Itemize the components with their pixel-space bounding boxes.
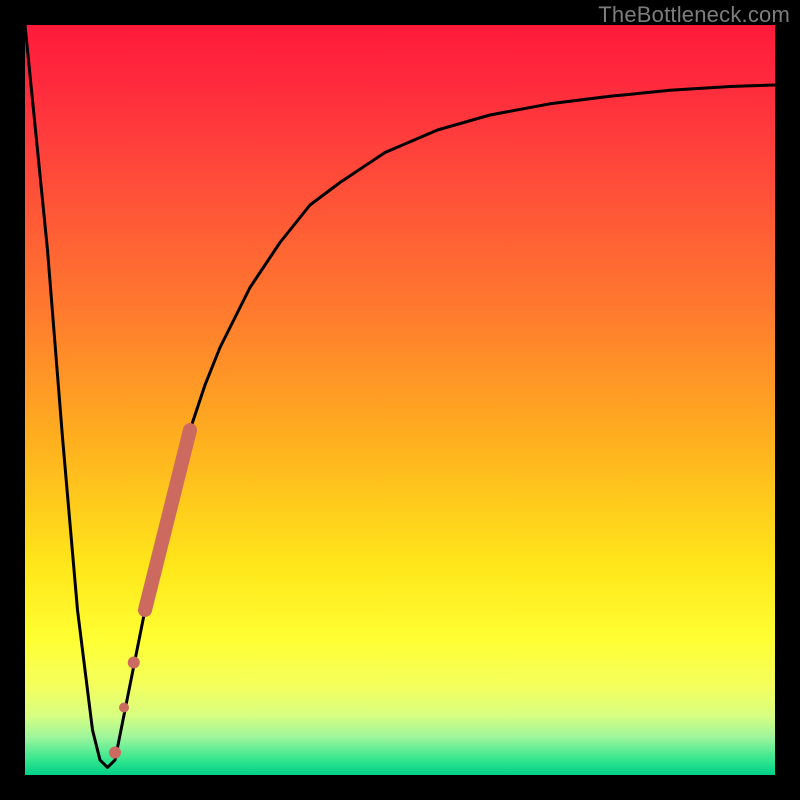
markers-group (109, 430, 190, 759)
bottleneck-curve (25, 25, 775, 768)
watermark-text: TheBottleneck.com (598, 2, 790, 28)
dot-3 (109, 747, 121, 759)
plot-area (25, 25, 775, 775)
dot-2 (119, 703, 129, 713)
dot-1 (128, 657, 140, 669)
segment-highlight (145, 430, 190, 610)
plot-svg (25, 25, 775, 775)
chart-frame: TheBottleneck.com (0, 0, 800, 800)
